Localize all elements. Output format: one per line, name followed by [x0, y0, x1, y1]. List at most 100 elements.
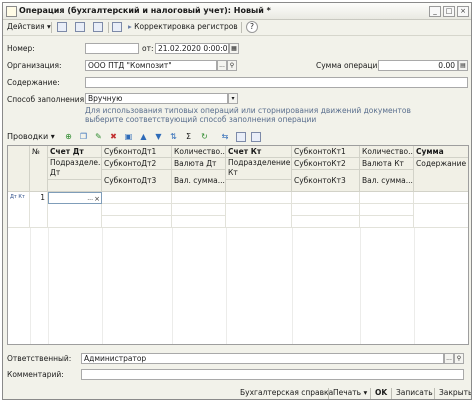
dtkt-button[interactable]: ⇆: [217, 131, 233, 142]
date-label: от:: [142, 44, 154, 53]
col-content-header[interactable]: Содержание: [414, 158, 468, 192]
new-document-button[interactable]: [57, 21, 67, 33]
floppy-icon: ▣: [124, 132, 133, 141]
window-title: Операция (бухгалтерский и налоговый учет…: [19, 6, 271, 15]
filter-button[interactable]: [250, 131, 261, 142]
sum-cell[interactable]: [414, 192, 468, 204]
sum-input[interactable]: 0.00: [378, 60, 458, 71]
sort-button[interactable]: ⇅: [168, 131, 179, 142]
cur-sum-dt-cell[interactable]: [172, 216, 226, 228]
close-button[interactable]: Закрыть: [439, 388, 471, 397]
col-subconto-dt1-header[interactable]: СубконтоДт1: [102, 146, 172, 158]
column-guide: [360, 228, 361, 344]
print-menu[interactable]: Печать ▾: [333, 388, 367, 397]
col-sum-header[interactable]: Сумма: [414, 146, 468, 158]
delete-icon: ✖: [110, 132, 117, 141]
currency-dt-cell[interactable]: [172, 204, 226, 216]
col-cur-sum-kt-header[interactable]: Вал. сумма...: [360, 170, 414, 192]
col-qty-dt-header[interactable]: Количество...: [172, 146, 226, 158]
accounting-report-button[interactable]: Бухгалтерская справка: [240, 388, 333, 397]
col-currency-kt-header[interactable]: Валюта Кт: [360, 158, 414, 170]
subconto-kt2-cell[interactable]: [292, 204, 360, 216]
col-credit-account-header[interactable]: Счет Кт: [226, 146, 292, 158]
col-subconto-kt2-header[interactable]: СубконтоКт2: [292, 158, 360, 170]
dept-dt-cell[interactable]: [48, 204, 102, 228]
subconto-dt1-cell[interactable]: [102, 192, 172, 204]
col-subconto-kt1-header[interactable]: СубконтоКт1: [292, 146, 360, 158]
subconto-dt2-cell[interactable]: [102, 204, 172, 216]
sum-button[interactable]: Σ: [183, 131, 194, 142]
close-window-button[interactable]: ×: [457, 6, 469, 17]
new-document-icon: [57, 22, 67, 32]
column-guide: [414, 228, 415, 344]
debit-select-button[interactable]: ...: [87, 193, 93, 203]
column-guide: [48, 228, 49, 344]
maximize-button[interactable]: □: [443, 6, 455, 17]
registers-button[interactable]: ▸ Корректировка регистров: [128, 21, 238, 33]
ok-button[interactable]: OK: [375, 388, 387, 397]
subconto-kt3-cell[interactable]: [292, 216, 360, 228]
edit-button[interactable]: [93, 21, 103, 33]
credit-account-cell[interactable]: [226, 192, 292, 204]
organization-input[interactable]: ООО ПТД "Композит": [85, 60, 217, 71]
col-number-header[interactable]: №: [30, 146, 48, 192]
col-subconto-kt3-header[interactable]: СубконтоКт3: [292, 170, 360, 192]
table-button[interactable]: [235, 131, 246, 142]
clear-icon[interactable]: ×: [94, 193, 100, 203]
calendar-button[interactable]: ▦: [229, 43, 239, 54]
org-open-button[interactable]: ⚲: [227, 60, 237, 71]
filter-icon: [250, 131, 261, 142]
registers-icon: ▸: [128, 22, 132, 31]
cur-sum-kt-cell[interactable]: [360, 216, 414, 228]
calculator-icon: ▤: [460, 62, 466, 69]
save-button[interactable]: Записать: [396, 388, 433, 397]
move-down-button[interactable]: ▼: [153, 131, 164, 142]
delete-row-button[interactable]: ✖: [108, 131, 119, 142]
refresh-button[interactable]: ↻: [199, 131, 210, 142]
fill-method-select[interactable]: Вручную: [85, 93, 228, 104]
qty-kt-cell[interactable]: [360, 192, 414, 204]
structure-button[interactable]: [112, 21, 122, 33]
col-dept-kt-header[interactable]: Подразделение Кт: [226, 158, 292, 180]
toolbar-separator: [108, 22, 109, 33]
entries-menu[interactable]: Проводки ▾: [7, 131, 57, 142]
edit-row-button[interactable]: ✎: [93, 131, 104, 142]
dept-kt-cell[interactable]: [226, 204, 292, 228]
col-dept-dt-header[interactable]: Подразделе... Дт: [48, 158, 102, 180]
add-row-button[interactable]: ⊕: [63, 131, 74, 142]
content-label: Содержание:: [7, 78, 60, 87]
content-input[interactable]: [85, 77, 468, 88]
col-currency-dt-header[interactable]: Валюта Дт: [172, 158, 226, 170]
currency-kt-cell[interactable]: [360, 204, 414, 216]
copy-button[interactable]: [75, 21, 85, 33]
table-icon: [235, 131, 246, 142]
responsible-open-button[interactable]: ⚲: [454, 353, 464, 364]
save-row-button[interactable]: ▣: [123, 131, 134, 142]
subconto-dt3-cell[interactable]: [102, 216, 172, 228]
debit-account-cell[interactable]: ... ×: [48, 192, 102, 204]
actions-menu[interactable]: Действия ▾: [7, 21, 51, 33]
responsible-select-button[interactable]: ...: [444, 353, 454, 364]
qty-dt-cell[interactable]: [172, 192, 226, 204]
responsible-input[interactable]: Администратор: [81, 353, 444, 364]
col-cur-sum-dt-header[interactable]: Вал. сумма...: [172, 170, 226, 192]
fill-hint-line1: Для использования типовых операций или с…: [85, 106, 411, 115]
copy-row-button[interactable]: ❐: [78, 131, 89, 142]
move-up-button[interactable]: ▲: [138, 131, 149, 142]
org-select-button[interactable]: ...: [217, 60, 227, 71]
content-cell[interactable]: [414, 204, 468, 228]
help-button[interactable]: ?: [246, 21, 258, 33]
number-input[interactable]: [85, 43, 139, 54]
col-subconto-dt3-header[interactable]: СубконтоДт3: [102, 170, 172, 192]
minimize-button[interactable]: _: [429, 6, 441, 17]
date-input[interactable]: 21.02.2020 0:00:00: [155, 43, 229, 54]
toolbar-separator: [241, 22, 242, 33]
col-debit-account-header[interactable]: Счет Дт: [48, 146, 102, 158]
col-qty-kt-header[interactable]: Количество...: [360, 146, 414, 158]
bottom-bar: Бухгалтерская справка Печать ▾ OK Записа…: [3, 386, 471, 399]
calculator-button[interactable]: ▤: [458, 60, 468, 71]
col-subconto-dt2-header[interactable]: СубконтоДт2: [102, 158, 172, 170]
comment-input[interactable]: [81, 369, 464, 380]
fill-method-dropdown[interactable]: ▾: [228, 93, 238, 104]
subconto-kt1-cell[interactable]: [292, 192, 360, 204]
